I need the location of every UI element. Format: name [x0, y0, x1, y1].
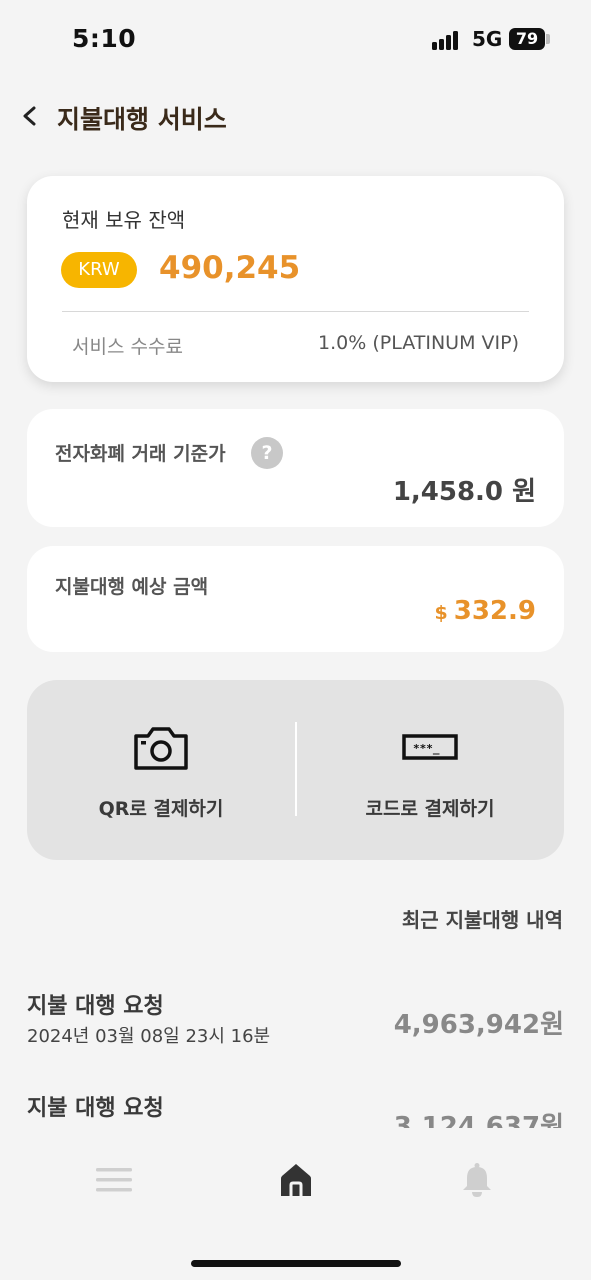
recent-history-link[interactable]: 최근 지불대행 내역	[402, 904, 563, 933]
network-label: 5G	[472, 27, 503, 51]
status-bar: 5:10 5G 79	[0, 0, 591, 80]
history-title: 지불 대행 요청	[27, 1096, 164, 1121]
rate-card: 전자화폐 거래 기준가 ? 1,458.0 원	[27, 409, 564, 527]
history-date: 2024년 03월 08일 23시 16분	[27, 1026, 271, 1047]
fee-value: 1.0% (PLATINUM VIP)	[318, 332, 519, 354]
fee-label: 서비스 수수료	[72, 336, 183, 358]
battery-tip	[546, 34, 550, 44]
card-divider	[62, 311, 529, 312]
rate-value: 1,458.0 원	[392, 477, 536, 507]
svg-text:***_: ***_	[413, 742, 440, 755]
code-pay-label: 코드로 결제하기	[365, 798, 495, 820]
qr-pay-label: QR로 결제하기	[98, 798, 224, 820]
camera-icon	[134, 727, 188, 770]
status-time: 5:10	[72, 24, 137, 53]
estimate-value: $332.9	[435, 596, 536, 626]
estimate-label: 지불대행 예상 금액	[55, 576, 209, 598]
history-title: 지불 대행 요청	[27, 994, 164, 1019]
tab-notifications[interactable]	[447, 1150, 507, 1210]
battery-icon: 79	[509, 28, 545, 50]
back-button[interactable]	[14, 100, 46, 132]
rate-label: 전자화폐 거래 기준가	[55, 443, 226, 465]
signal-icon	[432, 30, 464, 50]
tab-bar	[0, 1150, 591, 1210]
code-input-icon: ***_	[402, 734, 458, 760]
history-amount: 4,963,942원	[393, 1010, 564, 1040]
balance-amount: 490,245	[159, 250, 301, 286]
tab-menu[interactable]	[84, 1150, 144, 1210]
home-icon	[281, 1164, 311, 1196]
tab-home[interactable]	[266, 1150, 326, 1210]
currency-symbol: $	[434, 602, 448, 624]
payment-options-panel: QR로 결제하기 ***_ 코드로 결제하기	[27, 680, 564, 860]
home-indicator	[191, 1260, 401, 1267]
estimate-card: 지불대행 예상 금액 $332.9	[27, 546, 564, 652]
help-icon[interactable]: ?	[251, 437, 283, 469]
estimate-amount: 332.9	[453, 596, 536, 626]
bell-icon	[463, 1163, 491, 1197]
currency-badge: KRW	[61, 252, 137, 288]
menu-icon	[96, 1168, 132, 1192]
balance-card: 현재 보유 잔액 KRW 490,245 서비스 수수료 1.0% (PLATI…	[27, 176, 564, 382]
page-title: 지불대행 서비스	[57, 105, 227, 134]
chevron-left-icon	[23, 106, 36, 126]
code-pay-button[interactable]: ***_ 코드로 결제하기	[296, 680, 564, 860]
history-item[interactable]: 지불 대행 요청 2024년 03월 08일 23시 16분 4,963,942…	[27, 988, 564, 1058]
qr-pay-button[interactable]: QR로 결제하기	[27, 680, 295, 860]
balance-label: 현재 보유 잔액	[62, 208, 186, 232]
